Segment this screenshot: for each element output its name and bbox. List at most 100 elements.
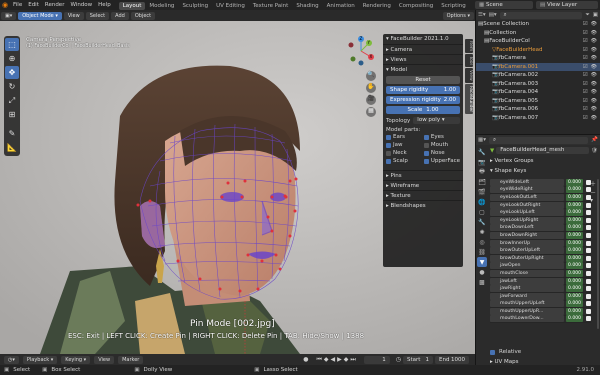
view-layer-selector[interactable]: ▤ View Layer: [536, 1, 598, 9]
camera-row[interactable]: 📷 fbCamera ☑ 👁: [476, 54, 600, 63]
visibility-eye-icon[interactable]: 👁: [591, 114, 597, 123]
tab-rendering[interactable]: Rendering: [359, 2, 395, 10]
shape-key-mute-checkbox[interactable]: [586, 232, 591, 238]
menu-view[interactable]: View: [63, 11, 84, 20]
part-checkbox-upperface[interactable]: UpperFace: [423, 158, 460, 164]
start-frame-field[interactable]: Start 1: [403, 355, 433, 364]
move-tool-icon[interactable]: ✥: [5, 66, 19, 79]
measure-tool-icon[interactable]: 📐: [5, 141, 19, 154]
menu-object[interactable]: Object: [130, 11, 156, 20]
shape-key-mute-checkbox[interactable]: [586, 248, 591, 254]
3d-viewport[interactable]: ⬚ ⊕ ✥ ↻ ⤢ ⊞ ✎ 📐 Camera Perspective (1) F…: [0, 21, 475, 354]
section-camera[interactable]: ▸ Camera: [383, 44, 463, 54]
camera-row[interactable]: 📷 fbCamera.004 ☑ 👁: [476, 88, 600, 97]
shape-key-row[interactable]: jawRight 0.000: [490, 285, 591, 293]
shape-key-value[interactable]: 0.000: [566, 209, 583, 217]
menu-window[interactable]: Window: [67, 0, 95, 10]
visibility-eye-icon[interactable]: 👁: [591, 46, 597, 55]
jump-start-icon[interactable]: ⏮: [316, 356, 321, 364]
shape-key-mute-checkbox[interactable]: [586, 286, 591, 292]
tab-layout[interactable]: Layout: [118, 1, 146, 10]
menu-playback[interactable]: Playback ▾: [22, 355, 58, 364]
tab-uv-editing[interactable]: UV Editing: [212, 2, 249, 10]
visibility-eye-icon[interactable]: 👁: [591, 80, 597, 89]
next-key-icon[interactable]: ◆: [344, 356, 349, 363]
tool-tab-icon[interactable]: 🔧: [477, 147, 487, 157]
menu-select[interactable]: Select: [85, 11, 110, 20]
camera-view-icon[interactable]: 🎥: [366, 95, 376, 105]
menu-add[interactable]: Add: [111, 11, 129, 20]
exclude-checkbox-icon[interactable]: ☑: [583, 46, 588, 55]
shape-key-mute-checkbox[interactable]: [586, 263, 591, 269]
visibility-eye-icon[interactable]: 👁: [591, 20, 597, 29]
visibility-eye-icon[interactable]: 👁: [591, 63, 597, 72]
shape-key-mute-checkbox[interactable]: [586, 217, 591, 223]
mesh-name-field[interactable]: FaceBuilderHead_mesh: [496, 147, 590, 154]
section-model[interactable]: ▾ Model: [383, 64, 463, 74]
shape-key-mute-checkbox[interactable]: [586, 316, 591, 322]
exclude-checkbox-icon[interactable]: ☑: [583, 63, 588, 72]
facebuilder-head-row[interactable]: ▽ FaceBuilderHead ☑ 👁: [476, 46, 600, 55]
annotate-tool-icon[interactable]: ✎: [5, 127, 19, 140]
current-frame-field[interactable]: 1: [363, 355, 390, 364]
exclude-checkbox-icon[interactable]: ☑: [583, 71, 588, 80]
shape-key-row[interactable]: eyeLookOutLeft 0.000: [490, 193, 591, 202]
clock-icon[interactable]: ◷: [396, 356, 401, 363]
shape-key-mute-checkbox[interactable]: [586, 278, 591, 284]
menu-timeline-view[interactable]: View: [94, 355, 115, 364]
visibility-eye-icon[interactable]: 👁: [591, 71, 597, 80]
exclude-checkbox-icon[interactable]: ☑: [583, 97, 588, 106]
shape-key-value[interactable]: 0.000: [566, 247, 583, 255]
prev-key-icon[interactable]: ◆: [324, 356, 329, 363]
tab-texture-paint[interactable]: Texture Paint: [249, 2, 293, 10]
properties-search-input[interactable]: ⌕: [488, 136, 589, 144]
shape-key-row[interactable]: browOuterUpLeft 0.000: [490, 247, 591, 255]
shape-key-value[interactable]: 0.000: [566, 231, 583, 239]
section-wireframe[interactable]: ▸ Wireframe: [383, 180, 463, 190]
shape-key-value[interactable]: 0.000: [566, 201, 583, 209]
visibility-eye-icon[interactable]: 👁: [591, 54, 597, 63]
camera-row[interactable]: 📷 fbCamera.007 ☑ 👁: [476, 114, 600, 123]
facebuilder-collection-row[interactable]: ▤ FaceBuilderCol ☑ 👁: [476, 37, 600, 46]
shape-key-value[interactable]: 0.000: [566, 178, 583, 186]
section-blendshapes[interactable]: ▸ Blendshapes: [383, 200, 463, 210]
scale-slider[interactable]: Scale 1.00: [386, 106, 460, 114]
part-checkbox-mouth[interactable]: Mouth: [423, 142, 460, 148]
visibility-eye-icon[interactable]: 👁: [591, 88, 597, 97]
uv-maps-section[interactable]: ▸ UV Maps: [490, 359, 519, 365]
shape-rigidity-slider[interactable]: Shape rigidity 1.00: [386, 86, 460, 94]
cursor-tool-icon[interactable]: ⊕: [5, 52, 19, 65]
render-tab-icon[interactable]: 📷: [477, 157, 487, 167]
properties-editor-icon[interactable]: ▦▾: [478, 137, 486, 143]
camera-row[interactable]: 📷 fbCamera.005 ☑ 👁: [476, 97, 600, 106]
scale-tool-icon[interactable]: ⤢: [5, 94, 19, 107]
outliner-editor-icon[interactable]: ☰▾: [478, 12, 486, 18]
visibility-eye-icon[interactable]: 👁: [591, 37, 597, 46]
pin-icon[interactable]: 📌: [591, 137, 598, 143]
shape-keys-section[interactable]: ▾ Shape Keys: [490, 168, 526, 174]
section-views[interactable]: ▸ Views: [383, 54, 463, 64]
camera-row[interactable]: 📷 fbCamera.001 ☑ 👁: [476, 62, 600, 72]
collection-row[interactable]: ▤ Collection ☑ 👁: [476, 29, 600, 38]
shape-key-mute-checkbox[interactable]: [586, 301, 591, 307]
shape-key-mute-checkbox[interactable]: [586, 255, 591, 261]
tab-scripting[interactable]: Scripting: [437, 2, 469, 10]
shape-key-value[interactable]: 0.000: [566, 307, 583, 315]
menu-render[interactable]: Render: [42, 0, 68, 10]
camera-row[interactable]: 📷 fbCamera.003 ☑ 👁: [476, 80, 600, 89]
shape-key-value[interactable]: 0.000: [566, 269, 583, 277]
menu-marker[interactable]: Marker: [118, 355, 144, 364]
visibility-eye-icon[interactable]: 👁: [591, 29, 597, 38]
shape-key-mute-checkbox[interactable]: [586, 225, 591, 231]
visibility-eye-icon[interactable]: 👁: [591, 105, 597, 114]
exclude-checkbox-icon[interactable]: ☑: [583, 114, 588, 123]
tab-compositing[interactable]: Compositing: [395, 2, 437, 10]
tab-facebuilder[interactable]: FaceBuilder: [465, 83, 473, 114]
exclude-checkbox-icon[interactable]: ☑: [583, 105, 588, 114]
section-texture[interactable]: ▸ Texture: [383, 190, 463, 200]
new-collection-icon[interactable]: ▣: [593, 12, 598, 18]
shape-key-mute-checkbox[interactable]: [586, 240, 591, 246]
blender-logo-icon[interactable]: ◉: [0, 0, 10, 10]
shape-key-value[interactable]: 0.000: [566, 216, 583, 224]
transform-tool-icon[interactable]: ⊞: [5, 108, 19, 121]
